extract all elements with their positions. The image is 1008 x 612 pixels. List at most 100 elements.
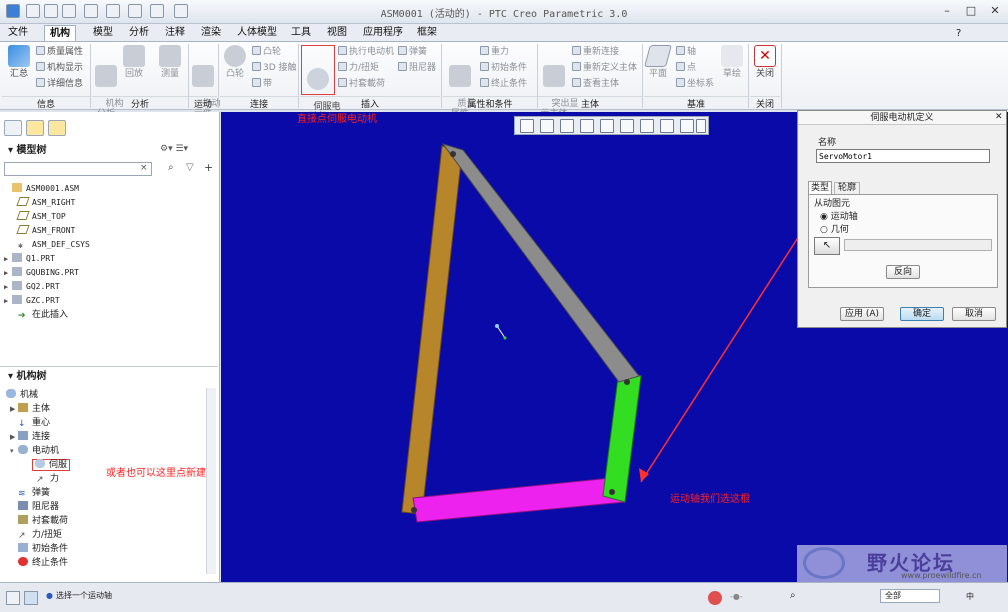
- repaint-icon[interactable]: [580, 119, 594, 133]
- menu-annotate[interactable]: 注释: [160, 25, 190, 41]
- name-field[interactable]: [816, 149, 990, 163]
- zoom-out-icon[interactable]: [560, 119, 574, 133]
- termination-condition-button[interactable]: 终止条件: [480, 78, 527, 90]
- tree-item-part[interactable]: ▶ Q1.PRT: [4, 252, 216, 266]
- nav-toggle-icon[interactable]: [6, 591, 20, 605]
- mech-item-bushing[interactable]: 衬套載荷: [6, 514, 206, 528]
- ok-button[interactable]: 确定: [900, 307, 944, 321]
- spin-center-icon[interactable]: [680, 119, 694, 133]
- link-magenta[interactable]: [412, 476, 626, 523]
- cam-button[interactable]: 凸轮: [222, 45, 248, 79]
- minimize-icon[interactable]: –: [936, 2, 958, 20]
- dialog-close-icon[interactable]: ✕: [995, 112, 1003, 122]
- force-motor-button[interactable]: 执行电动机: [338, 46, 394, 58]
- link-gray[interactable]: [441, 143, 640, 383]
- tab-profile[interactable]: 轮廓: [834, 182, 860, 194]
- find-icon[interactable]: ⌕: [168, 162, 174, 173]
- playback-button[interactable]: 回放: [122, 45, 146, 79]
- bushing-load-button[interactable]: 衬套載荷: [338, 78, 385, 90]
- mech-item-motors[interactable]: ▾ 电动机: [6, 444, 206, 458]
- pin-joint[interactable]: [624, 379, 630, 385]
- mech-item-force-torque[interactable]: ↗ 力/扭矩: [6, 528, 206, 542]
- saved-views-icon[interactable]: [620, 119, 634, 133]
- maximize-icon[interactable]: □: [960, 2, 982, 20]
- mass-props-button[interactable]: 质量属性: [36, 46, 83, 58]
- tree-settings-icon[interactable]: ⚙▾ ☰▾: [160, 144, 216, 156]
- tree-item-datum-plane[interactable]: ASM_TOP: [4, 210, 216, 224]
- belt-button[interactable]: 带: [252, 78, 272, 90]
- spring-button[interactable]: 弹簧: [398, 46, 427, 58]
- folder-tab-icon[interactable]: [26, 120, 44, 136]
- mech-tree-header[interactable]: ▾ 机构树: [0, 370, 218, 384]
- gravity-button[interactable]: 重力: [480, 46, 509, 58]
- mech-item-initial-condition[interactable]: 初始条件: [6, 542, 206, 556]
- pin-joint[interactable]: [411, 507, 417, 513]
- mech-display-button[interactable]: 机构显示: [36, 62, 83, 74]
- mech-item-termination[interactable]: 终止条件: [6, 556, 206, 570]
- menu-view[interactable]: 视图: [322, 25, 352, 41]
- details-button[interactable]: 详细信息: [36, 78, 83, 90]
- radio-geometry[interactable]: ○ 几何: [820, 222, 849, 235]
- menu-analysis[interactable]: 分析: [124, 25, 154, 41]
- menu-tools[interactable]: 工具: [286, 25, 316, 41]
- summary-button[interactable]: 汇总: [6, 45, 32, 79]
- reverse-button[interactable]: 反向: [886, 265, 920, 279]
- tree-item-insert-here[interactable]: ➔ 在此插入: [4, 308, 216, 322]
- force-torque-button[interactable]: 力/扭矩: [338, 62, 379, 74]
- cancel-button[interactable]: 取消: [952, 307, 996, 321]
- menu-file[interactable]: 文件: [3, 25, 33, 41]
- refit-icon[interactable]: [520, 119, 534, 133]
- mech-item-gravity[interactable]: ↓ 重心: [6, 416, 206, 430]
- annotation-display-icon[interactable]: [696, 119, 706, 133]
- initial-condition-button[interactable]: 初始条件: [480, 62, 527, 74]
- tab-type[interactable]: 类型: [808, 181, 832, 194]
- measure-button[interactable]: 测量: [156, 45, 184, 79]
- servo-motor-button[interactable]: 伺服电 动机: [301, 45, 340, 122]
- binoculars-icon[interactable]: ⌕: [790, 590, 796, 601]
- mech-item-connections[interactable]: ▶ 连接: [6, 430, 206, 444]
- help-icon[interactable]: ?: [956, 28, 961, 39]
- tree-item-asm[interactable]: ASM0001.ASM: [4, 182, 216, 196]
- tree-item-part[interactable]: ▶ GQ2.PRT: [4, 280, 216, 294]
- zoom-in-icon[interactable]: [540, 119, 554, 133]
- stop-icon[interactable]: [708, 591, 722, 605]
- redefine-bodies-button[interactable]: 重新定义主体: [572, 62, 637, 74]
- clear-search-icon[interactable]: ×: [140, 163, 148, 173]
- 3d-contact-button[interactable]: 3D 接触: [252, 62, 297, 74]
- apply-button[interactable]: 应用 (A): [840, 307, 884, 321]
- tree-item-part[interactable]: ▶ GZC.PRT: [4, 294, 216, 308]
- sketch-button[interactable]: 草绘: [720, 45, 744, 79]
- damper-button[interactable]: 阻尼器: [398, 62, 436, 74]
- filter-icon[interactable]: ▽: [186, 162, 194, 173]
- tree-item-datum-plane[interactable]: ASM_FRONT: [4, 224, 216, 238]
- datum-display-icon[interactable]: [660, 119, 674, 133]
- mech-tree-scrollbar[interactable]: [206, 388, 216, 574]
- select-arrow-button[interactable]: ↖: [814, 237, 840, 255]
- pin-joint[interactable]: [609, 489, 615, 495]
- add-icon[interactable]: +: [204, 161, 213, 174]
- mech-item-mechanism[interactable]: 机械: [6, 388, 206, 402]
- point-button[interactable]: 点: [676, 62, 696, 74]
- tree-item-part[interactable]: ▶ GQUBING.PRT: [4, 266, 216, 280]
- pin-joint[interactable]: [450, 151, 456, 157]
- selection-filter[interactable]: 全部: [880, 589, 940, 603]
- csys-button[interactable]: 坐标系: [676, 78, 714, 90]
- selection-collector[interactable]: [844, 239, 992, 251]
- menu-mechanism[interactable]: 机构: [44, 25, 76, 41]
- tree-search-input[interactable]: [4, 162, 152, 176]
- close-icon[interactable]: ✕: [984, 2, 1006, 20]
- view-manager-icon[interactable]: [640, 119, 654, 133]
- menu-framework[interactable]: 框架: [412, 25, 442, 41]
- view-bodies-button[interactable]: 查看主体: [572, 78, 619, 90]
- close-mechanism-button[interactable]: ✕ 关闭: [752, 45, 778, 79]
- cam-small-button[interactable]: 凸轮: [252, 46, 281, 58]
- favorites-tab-icon[interactable]: [48, 120, 66, 136]
- axis-button[interactable]: 轴: [676, 46, 696, 58]
- mech-item-damper[interactable]: 阻尼器: [6, 500, 206, 514]
- display-style-icon[interactable]: [600, 119, 614, 133]
- menu-applications[interactable]: 应用程序: [358, 25, 408, 41]
- tree-item-csys[interactable]: ✱ ASM_DEF_CSYS: [4, 238, 216, 252]
- mech-item-spring[interactable]: ≋ 弹簧: [6, 486, 206, 500]
- menu-manikin[interactable]: 人体模型: [232, 25, 282, 41]
- menu-model[interactable]: 模型: [88, 25, 118, 41]
